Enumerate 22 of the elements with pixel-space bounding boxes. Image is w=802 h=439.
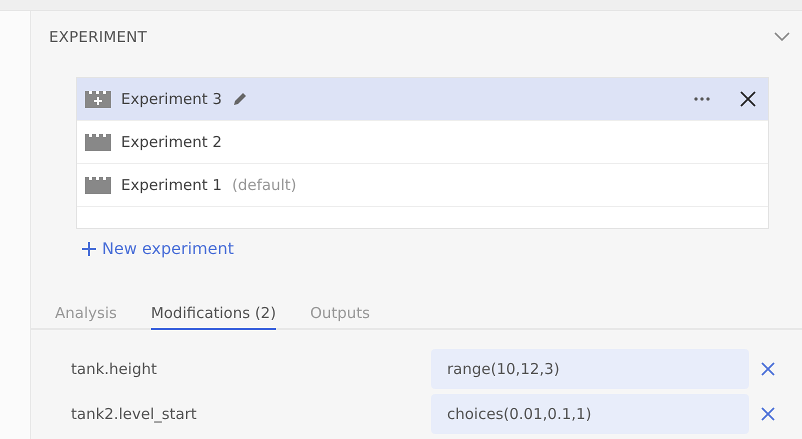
more-icon[interactable] — [694, 97, 710, 101]
experiment-name: Experiment 3 — [121, 90, 222, 108]
value-field[interactable]: range(10,12,3) — [431, 348, 749, 388]
remove-icon[interactable] — [761, 406, 775, 420]
close-icon[interactable] — [740, 91, 756, 107]
tab[interactable]: Modifications (2) — [150, 304, 276, 330]
clapperboard-icon — [85, 176, 111, 194]
experiment-item[interactable]: Experiment 3 — [77, 78, 768, 121]
parameter-name: tank2.level_start — [71, 404, 198, 422]
default-label: (default) — [232, 176, 296, 194]
chevron-icon[interactable] — [774, 32, 790, 42]
remove-icon[interactable] — [761, 362, 775, 376]
pencil-icon[interactable] — [232, 91, 248, 107]
clapperboard-icon — [85, 133, 111, 151]
parameter-name: tank.height — [71, 360, 158, 378]
section-title: EXPERIMENT — [49, 28, 147, 46]
experiment-name: Experiment 2 — [121, 133, 222, 151]
value-field[interactable]: choices(0.01,0.1,1) — [431, 394, 749, 434]
plus-icon — [82, 242, 96, 256]
experiment-name: Experiment 1 — [121, 176, 222, 194]
new-experiment-link[interactable]: New experiment — [82, 239, 234, 258]
clapperboard-plus-icon — [85, 90, 111, 108]
